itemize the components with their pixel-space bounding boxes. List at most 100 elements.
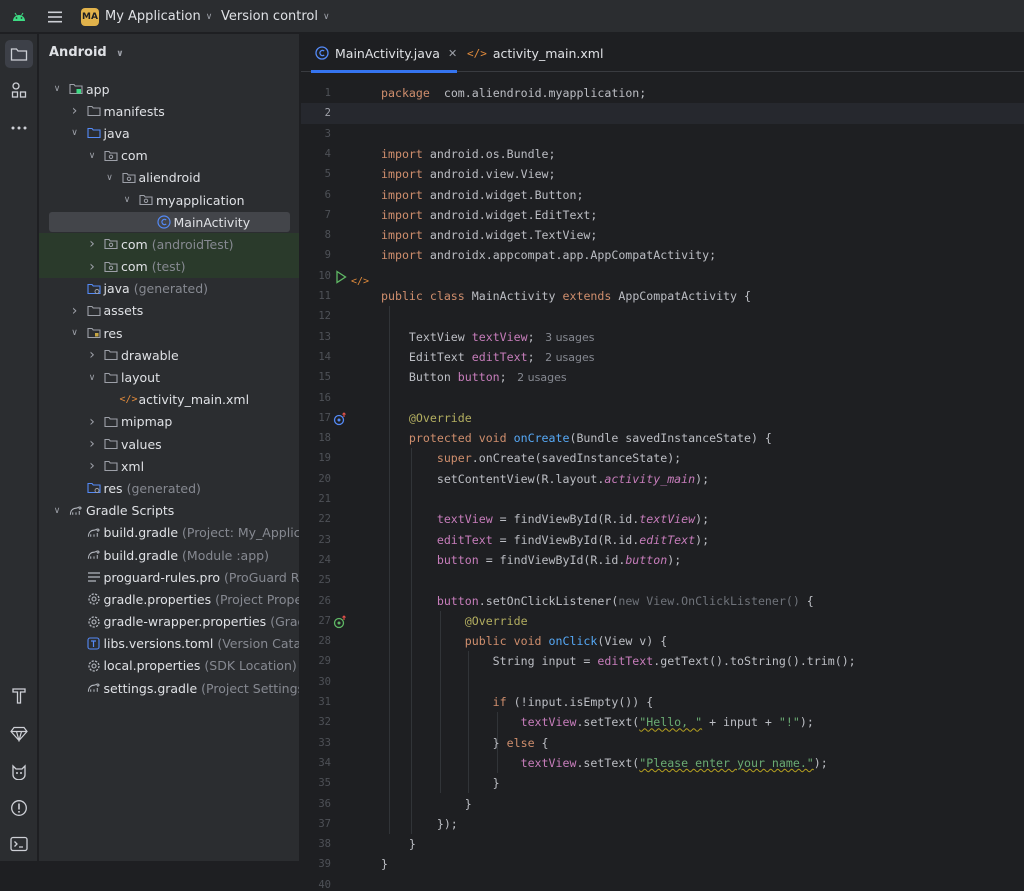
chevron-down-icon[interactable]: ∨ (52, 84, 62, 94)
tree-item-name: com (121, 259, 148, 275)
settings-file-icon (87, 659, 101, 673)
tree-item[interactable]: gradle.properties(Project Properti (39, 588, 299, 610)
code-line: if (!input.isEmpty()) { (381, 692, 654, 712)
tree-item[interactable]: settings.gradle (Project Settings) (39, 677, 299, 699)
chevron-right-icon[interactable]: › (87, 436, 97, 452)
tree-item[interactable]: proguard-rules.pro(ProGuard Rule (39, 566, 299, 588)
tree-item[interactable]: › assets (39, 300, 299, 322)
tree-item[interactable]: ∨ java (39, 122, 299, 144)
tree-item[interactable]: build.gradle(Project: My_Applicatio (39, 522, 299, 544)
code-token: setContentView(R.layout. (381, 471, 605, 486)
code-token: ; (527, 349, 535, 364)
chevron-down-icon[interactable]: ∨ (87, 373, 97, 383)
run-gutter-icon[interactable] (335, 269, 347, 288)
code-token: MainActivity (464, 289, 563, 303)
chevron-down-icon[interactable]: ∨ (105, 173, 115, 183)
code-line: textView.setText("Please enter your name… (381, 753, 828, 773)
line-number: 3 (324, 127, 331, 140)
tree-item-label: java (104, 126, 130, 141)
editor-tabs: MainActivity.java ✕ </> activity_main.xm… (301, 34, 1024, 73)
project-view-selector[interactable]: Android ∨ (49, 45, 124, 60)
code-token: .getText().toString().trim(); (653, 654, 856, 669)
tree-item[interactable]: › xml (39, 455, 299, 477)
tree-item-label: activity_main.xml (139, 392, 250, 407)
tree-item[interactable]: local.properties (SDK Location) (39, 655, 299, 677)
code-token: android.widget.TextView; (422, 228, 598, 243)
tree-item[interactable]: ∨ res (39, 322, 299, 344)
override-method-icon[interactable] (333, 411, 347, 430)
tree-item[interactable]: ∨ layout (39, 366, 299, 388)
chevron-right-icon[interactable]: › (70, 303, 80, 319)
chevron-down-icon[interactable]: ∨ (87, 151, 97, 161)
tree-item[interactable]: ∨ com (39, 145, 299, 167)
tree-item[interactable]: › com (androidTest) (39, 233, 299, 256)
implement-method-icon[interactable] (333, 614, 347, 633)
tree-item-location: (Gradle (270, 614, 299, 630)
tab-activity-main-xml[interactable]: </> activity_main.xml (461, 34, 603, 72)
chevron-right-icon[interactable]: › (87, 414, 97, 430)
tree-item[interactable]: </> activity_main.xml (39, 389, 299, 411)
tree-item-name: layout (121, 370, 161, 386)
code-token: editText (639, 532, 696, 547)
tree-item[interactable]: › com (test) (39, 255, 299, 278)
line-number: 5 (324, 168, 331, 181)
code-token: } (381, 776, 500, 791)
tree-item[interactable]: java (generated) (39, 278, 299, 300)
line-number: 6 (324, 188, 331, 201)
tree-item[interactable]: gradle-wrapper.properties(Gradle (39, 611, 300, 633)
folder-icon (10, 48, 28, 61)
usages-hint[interactable]: 2 usages (507, 371, 566, 384)
version-control-menu[interactable]: Version control ∨ (221, 0, 330, 33)
gemini-tool-button[interactable] (5, 720, 33, 748)
project-tool-button[interactable] (5, 40, 33, 68)
tree-item[interactable]: ∨ myapplication (39, 189, 299, 211)
usages-hint[interactable]: 2 usages (535, 351, 594, 364)
logcat-tool-button[interactable] (5, 758, 33, 786)
code-line: setContentView(R.layout.activity_main); (381, 469, 709, 489)
code-token: Button (381, 370, 458, 385)
project-switcher[interactable]: MA My Application ∨ (81, 0, 212, 33)
tree-item[interactable]: › drawable (39, 344, 299, 366)
tree-item[interactable]: › mipmap (39, 411, 299, 433)
tree-item[interactable]: › manifests (39, 100, 299, 122)
code-editor[interactable]: package com.aliendroid.myapplication; imp… (381, 73, 1024, 871)
chevron-right-icon[interactable]: › (70, 103, 80, 119)
layout-link-icon[interactable]: </> (351, 269, 369, 288)
tree-item-name: com (121, 148, 148, 164)
build-tool-button[interactable] (5, 682, 33, 710)
code-line: import android.widget.TextView; (381, 225, 597, 245)
main-menu-button[interactable] (44, 0, 66, 33)
tree-item-label: xml (121, 459, 144, 474)
tree-item-label: com (121, 148, 148, 163)
tree-item-label: gradle-wrapper.properties(Gradle (104, 614, 300, 630)
chevron-right-icon[interactable]: › (87, 458, 97, 474)
tree-item-label: values (121, 437, 162, 452)
chevron-right-icon[interactable]: › (87, 236, 97, 252)
code-token: import (381, 248, 423, 263)
chevron-down-icon[interactable]: ∨ (70, 328, 80, 338)
tree-item[interactable]: ∨ Gradle Scripts (39, 500, 299, 522)
tree-item-label: com (test) (121, 259, 185, 274)
terminal-tool-button[interactable] (5, 830, 33, 858)
chevron-down-icon[interactable]: ∨ (70, 128, 80, 138)
problems-tool-button[interactable] (5, 794, 33, 822)
close-tab-icon[interactable]: ✕ (448, 47, 457, 60)
tab-mainactivity[interactable]: MainActivity.java ✕ (311, 34, 457, 73)
diamond-icon (10, 726, 28, 742)
tree-item[interactable]: build.gradle (Module :app) (39, 544, 299, 566)
tree-item[interactable]: MainActivity (39, 211, 299, 233)
folder-icon (86, 304, 101, 318)
tree-item[interactable]: ∨ aliendroid (39, 167, 299, 189)
chevron-right-icon[interactable]: › (87, 347, 97, 363)
tree-item[interactable]: libs.versions.toml(Version Catalog (39, 633, 299, 655)
chevron-right-icon[interactable]: › (87, 259, 97, 275)
chevron-down-icon[interactable]: ∨ (52, 506, 62, 516)
tree-item[interactable]: › values (39, 433, 299, 455)
structure-tool-button[interactable] (5, 76, 33, 104)
line-number: 39 (318, 858, 331, 871)
usages-hint[interactable]: 3 usages (535, 331, 594, 344)
tree-item[interactable]: ∨ app (39, 78, 299, 100)
tree-item[interactable]: res (generated) (39, 477, 299, 499)
more-tools-button[interactable] (5, 114, 33, 142)
chevron-down-icon[interactable]: ∨ (122, 195, 132, 205)
